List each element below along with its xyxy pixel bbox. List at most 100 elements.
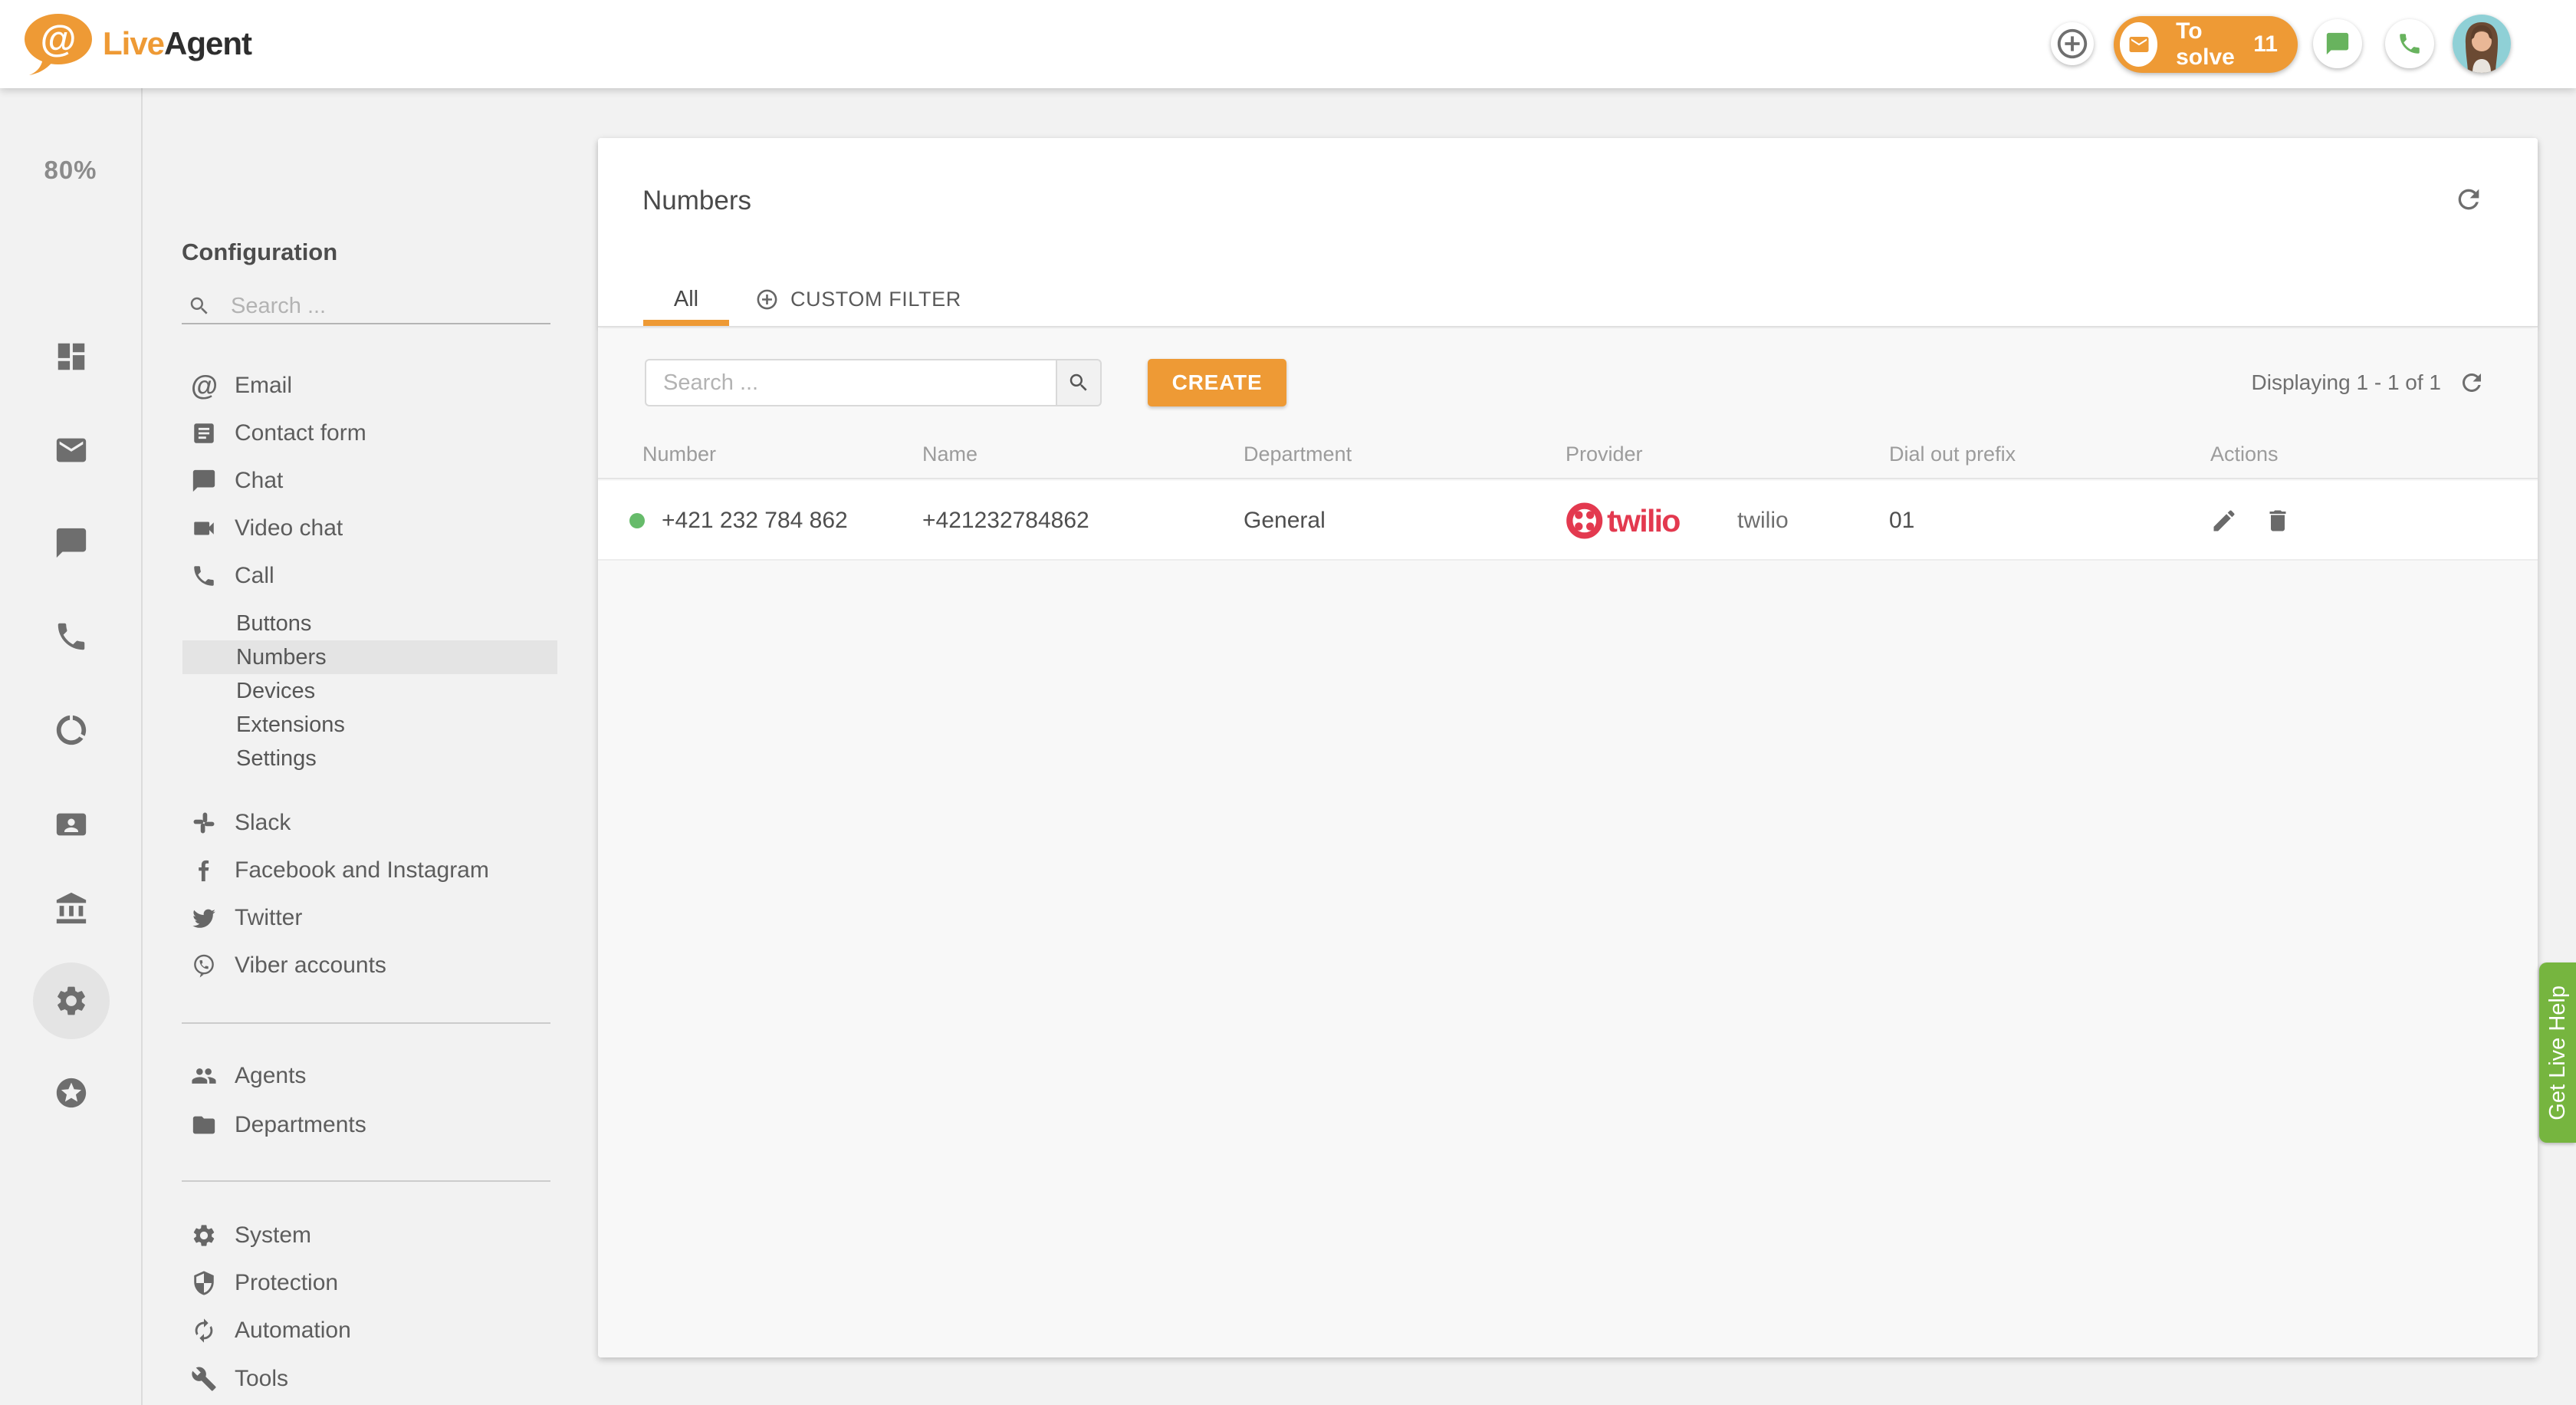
to-solve-envelope-badge [2120,22,2158,67]
calls-button[interactable] [2385,19,2434,68]
viber-icon [194,954,214,978]
column-header-name: Name [922,443,978,466]
sidebar-item-system[interactable]: System [182,1212,557,1259]
tab-all[interactable]: All [643,278,729,321]
plus-circle-icon [2057,28,2088,59]
to-solve-button[interactable]: To solve 11 [2114,16,2298,73]
upgrade-star-icon[interactable] [54,1075,89,1111]
search-icon [1070,373,1087,391]
sidebar-item-contact-form[interactable]: Contact form [182,410,557,457]
sidebar-item-twitter[interactable]: Twitter [182,894,557,942]
sidebar-item-extensions[interactable]: Extensions [182,708,557,742]
liveagent-app: @ LiveAgent To solve 11 80% Configuratio… [0,0,2576,1405]
departments-folder-icon [192,1116,215,1134]
add-new-button[interactable] [2051,22,2094,65]
table-search-button[interactable] [1056,359,1102,406]
sidebar-search [182,289,550,324]
numbers-panel: Numbers All CUSTOM FILTER CREATE [598,138,2538,1357]
protection-shield-icon [194,1271,214,1295]
sidebar-item-facebook-instagram[interactable]: Facebook and Instagram [182,847,557,894]
displaying-text: Displaying 1 - 1 of 1 [2251,370,2441,394]
sidebar-item-slack[interactable]: Slack [182,799,557,847]
dashboard-icon[interactable] [54,339,89,374]
sidebar-title: Configuration [182,239,338,265]
sidebar-item-viber[interactable]: Viber accounts [182,942,557,989]
slack-icon [193,812,215,834]
tab-custom-filter[interactable]: CUSTOM FILTER [755,278,961,321]
list-refresh-icon[interactable] [2458,369,2486,396]
sidebar-item-departments[interactable]: Departments [182,1101,557,1149]
sidebar-item-call[interactable]: Call [182,552,557,600]
column-header-department: Department [1244,443,1352,466]
logo-wordmark: LiveAgent [103,25,252,61]
get-live-help-label: Get Live Help [2545,985,2570,1120]
get-live-help-tab[interactable]: Get Live Help [2539,962,2576,1143]
page-title: Numbers [642,186,751,216]
system-gear-icon [193,1225,215,1246]
status-active-dot [629,513,645,528]
twitter-icon [192,909,215,928]
svg-text:twilio: twilio [1607,503,1680,538]
sidebar-item-buttons[interactable]: Buttons [182,607,557,640]
automation-sync-icon [195,1318,213,1343]
at-email-icon: @ [191,370,219,401]
active-tab-indicator [643,320,729,326]
sidebar-item-protection[interactable]: Protection [182,1259,557,1307]
panel-refresh-icon[interactable] [2453,184,2484,215]
video-camera-icon [194,522,214,535]
chats-icon[interactable] [54,525,89,561]
sidebar-divider [182,1022,550,1024]
column-header-actions: Actions [2210,443,2279,466]
svg-text:@: @ [41,19,77,60]
sidebar-search-input[interactable] [231,293,522,319]
column-header-provider: Provider [1566,443,1643,466]
contact-form-icon [194,423,214,443]
facebook-icon [199,860,209,882]
sidebar-item-numbers[interactable]: Numbers [182,640,557,674]
sidebar-item-video-chat[interactable]: Video chat [182,505,557,552]
sidebar-item-devices[interactable]: Devices [182,674,557,708]
left-icon-rail: 80% [0,88,143,1405]
chat-icon [192,469,215,492]
sidebar-item-email[interactable]: @ Email [182,362,557,410]
sidebar-item-settings-sub[interactable]: Settings [182,742,557,775]
edit-pencil-icon[interactable] [2210,507,2238,535]
sidebar-item-chat[interactable]: Chat [182,457,557,505]
sidebar-item-agents[interactable]: Agents [182,1052,557,1100]
table-row[interactable]: +421 232 784 862 +421232784862 General t… [598,481,2538,561]
customers-icon[interactable] [54,807,89,842]
panel-body: CREATE Displaying 1 - 1 of 1 Number Name… [598,329,2538,1357]
settings-gear-icon[interactable] [54,983,89,1018]
pagination-status: Displaying 1 - 1 of 1 [2252,359,2486,406]
table-search-input[interactable] [645,359,1056,406]
agents-people-icon [192,1068,216,1084]
tickets-mail-icon[interactable] [54,433,89,468]
calls-icon[interactable] [54,619,89,654]
envelope-icon [2129,37,2149,52]
phone-icon [2400,34,2420,54]
top-header: @ LiveAgent To solve 11 [0,0,2576,88]
cell-dial-out-prefix: 01 [1889,508,1915,533]
tools-wrench-icon [192,1367,216,1391]
user-avatar[interactable] [2453,15,2511,73]
cell-name: +421232784862 [922,508,1089,533]
liveagent-logo[interactable]: @ LiveAgent [20,11,252,77]
reports-icon[interactable] [54,712,89,748]
twilio-logo: twilio [1566,502,1681,539]
sidebar-item-tools[interactable]: Tools [182,1355,557,1403]
column-header-number: Number [642,443,717,466]
provider-name: twilio [1737,508,1789,533]
sidebar-divider [182,1180,550,1182]
table-header: Number Name Department Provider Dial out… [598,429,2538,479]
call-icon [194,566,214,586]
chats-button[interactable] [2313,19,2362,68]
billing-icon[interactable] [54,891,89,926]
delete-trash-icon[interactable] [2264,507,2292,535]
cell-department: General [1244,508,1326,533]
panel-header: Numbers All CUSTOM FILTER [598,138,2538,327]
column-header-dial-out-prefix: Dial out prefix [1889,443,2016,466]
utilization-badge: 80% [44,156,97,184]
cell-actions [2210,481,2292,561]
create-button[interactable]: CREATE [1148,359,1286,406]
sidebar-item-automation[interactable]: Automation [182,1307,557,1354]
